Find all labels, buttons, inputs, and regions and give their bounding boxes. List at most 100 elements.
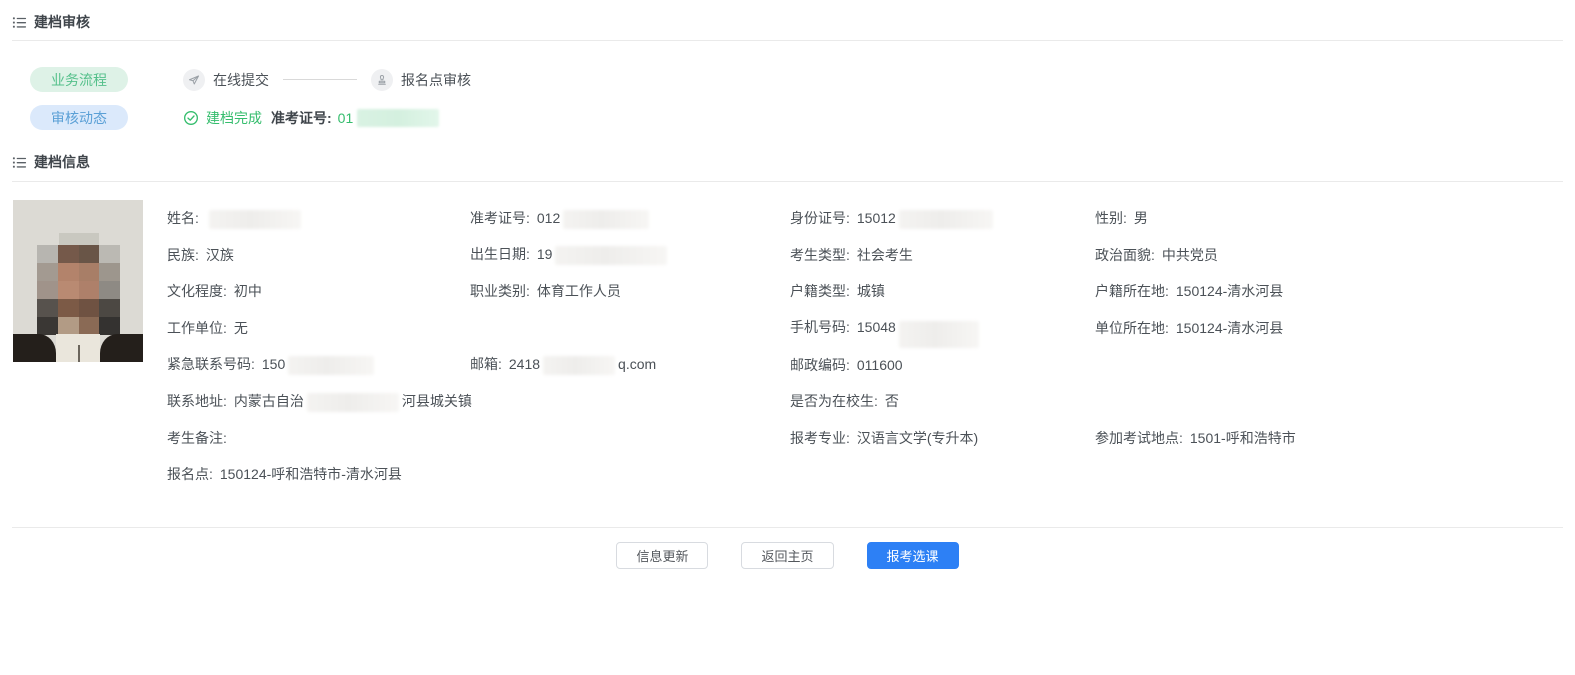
apply-course-button[interactable]: 报考选课 — [866, 542, 959, 569]
check-circle-icon — [183, 110, 199, 126]
field-gender: 性别: 男 — [1095, 208, 1563, 228]
field-label: 姓名: — [167, 209, 199, 226]
field-value: 男 — [1133, 210, 1148, 227]
field-label: 联系地址: — [167, 392, 227, 409]
photo-pixel — [78, 280, 100, 299]
photo-pixel — [37, 317, 58, 336]
page: { "headers": { "review_title": "建档审核", "… — [0, 0, 1575, 675]
field-value-redacted — [208, 209, 301, 229]
field-value: 19 — [536, 246, 553, 263]
field-value: 1501-呼和浩特市 — [1189, 429, 1296, 446]
field-value: 150124-呼和浩特市-清水河县 — [219, 466, 402, 483]
info-grid: 姓名: 准考证号: 012 身份证号: 15012 性别: 男民族: 汉族 出生日期: 19 考生类… — [167, 200, 1563, 493]
field-value-redacted — [543, 356, 616, 376]
field-id-card-no: 身份证号: 15012 — [790, 208, 1095, 229]
field-label: 邮政编码: — [790, 356, 850, 373]
field-label: 考生备注: — [167, 429, 227, 446]
field-label: 文化程度: — [167, 283, 227, 300]
info-update-button[interactable]: 信息更新 — [616, 542, 709, 569]
field-value: 无 — [233, 320, 248, 337]
info-section-header: 建档信息 — [12, 152, 90, 172]
field-value: 150 — [261, 356, 286, 373]
field-value-suffix: 河县城关镇 — [401, 392, 472, 409]
footer-button-row: 信息更新 返回主页 报考选课 — [0, 542, 1575, 569]
field-label: 是否为在校生: — [790, 393, 878, 410]
process-pill-label: 业务流程 — [51, 71, 107, 88]
step-registration-review: 报名点审核 — [401, 71, 471, 88]
field-label: 职业类别: — [470, 283, 530, 300]
return-home-button[interactable]: 返回主页 — [741, 542, 834, 569]
field-value: 中共党员 — [1161, 246, 1218, 263]
status-pill-label: 审核动态 — [51, 109, 107, 126]
field-value: 2418 — [508, 356, 541, 373]
field-value: 城镇 — [856, 283, 885, 300]
field-candidate-remarks: 考生备注: — [167, 428, 470, 448]
workflow-steps: 在线提交 报名点审核 — [183, 67, 471, 92]
field-employer-location: 单位所在地: 150124-清水河县 — [1095, 318, 1563, 338]
field-value-redacted — [898, 209, 993, 229]
field-label: 身份证号: — [790, 209, 850, 226]
field-mobile-phone: 手机号码: 15048 — [790, 315, 1095, 348]
field-value: 汉族 — [205, 246, 234, 263]
status-pill: 审核动态 — [30, 105, 128, 130]
field-label: 参加考试地点: — [1095, 429, 1183, 446]
ticket-number-visible: 01 — [337, 109, 354, 126]
divider-top — [12, 40, 1563, 41]
field-value: 汉语言文学(专升本) — [856, 429, 979, 446]
field-label: 邮箱: — [470, 356, 502, 373]
field-household-type: 户籍类型: 城镇 — [790, 281, 1095, 301]
field-value: 社会考生 — [856, 246, 913, 263]
field-label: 报考专业: — [790, 429, 850, 446]
photo-pixel — [99, 317, 121, 336]
field-value-redacted — [563, 209, 650, 229]
list-icon — [12, 15, 27, 30]
photo-pixel — [99, 262, 121, 281]
field-value: 15012 — [856, 209, 896, 226]
photo-pixel — [78, 262, 100, 281]
status-done-text: 建档完成 — [206, 109, 262, 126]
field-label: 工作单位: — [167, 320, 227, 337]
field-label: 民族: — [167, 246, 199, 263]
field-employer: 工作单位: 无 — [167, 318, 470, 338]
photo-pixel — [78, 244, 100, 263]
field-label: 出生日期: — [470, 246, 530, 263]
info-section-title: 建档信息 — [34, 154, 90, 170]
field-label: 性别: — [1095, 210, 1127, 227]
stamp-icon — [371, 68, 393, 91]
field-value: 初中 — [233, 283, 262, 300]
ticket-number-label: 准考证号: — [271, 109, 332, 126]
photo-mosaic-top-block — [58, 233, 99, 246]
hair-right — [100, 334, 143, 362]
paper-plane-icon — [183, 68, 205, 91]
photo-pixel — [37, 244, 58, 263]
field-value: 内蒙古自治 — [233, 392, 304, 409]
field-emergency-contact: 紧急联系号码: 150 — [167, 354, 470, 376]
candidate-photo — [13, 200, 143, 362]
hair-left — [13, 334, 56, 362]
field-birth-date: 出生日期: 19 — [470, 244, 790, 266]
field-admission-ticket-no: 准考证号: 012 — [470, 208, 790, 229]
field-label: 户籍所在地: — [1095, 283, 1169, 300]
photo-pixel — [57, 317, 79, 336]
review-section-header: 建档审核 — [12, 12, 90, 32]
field-value: 012 — [536, 209, 561, 226]
shirt-collar — [55, 334, 101, 362]
field-exam-location: 参加考试地点: 1501-呼和浩特市 — [1095, 428, 1563, 448]
photo-mosaic — [37, 244, 121, 336]
field-label: 政治面貌: — [1095, 246, 1155, 263]
photo-pixel — [57, 298, 79, 318]
field-label: 单位所在地: — [1095, 320, 1169, 337]
field-value-redacted — [898, 320, 979, 348]
list-icon — [12, 155, 27, 170]
field-value-suffix: q.com — [618, 356, 657, 373]
review-section-title: 建档审核 — [34, 14, 90, 30]
field-value-redacted — [306, 392, 399, 412]
field-value-redacted — [555, 246, 668, 266]
photo-pixel — [37, 262, 58, 281]
photo-pixel — [57, 280, 79, 299]
field-value: 011600 — [856, 356, 903, 373]
field-ethnicity: 民族: 汉族 — [167, 245, 470, 265]
field-political-status: 政治面貌: 中共党员 — [1095, 245, 1563, 265]
field-value: 15048 — [856, 318, 896, 335]
step-online-submit: 在线提交 — [213, 71, 269, 88]
